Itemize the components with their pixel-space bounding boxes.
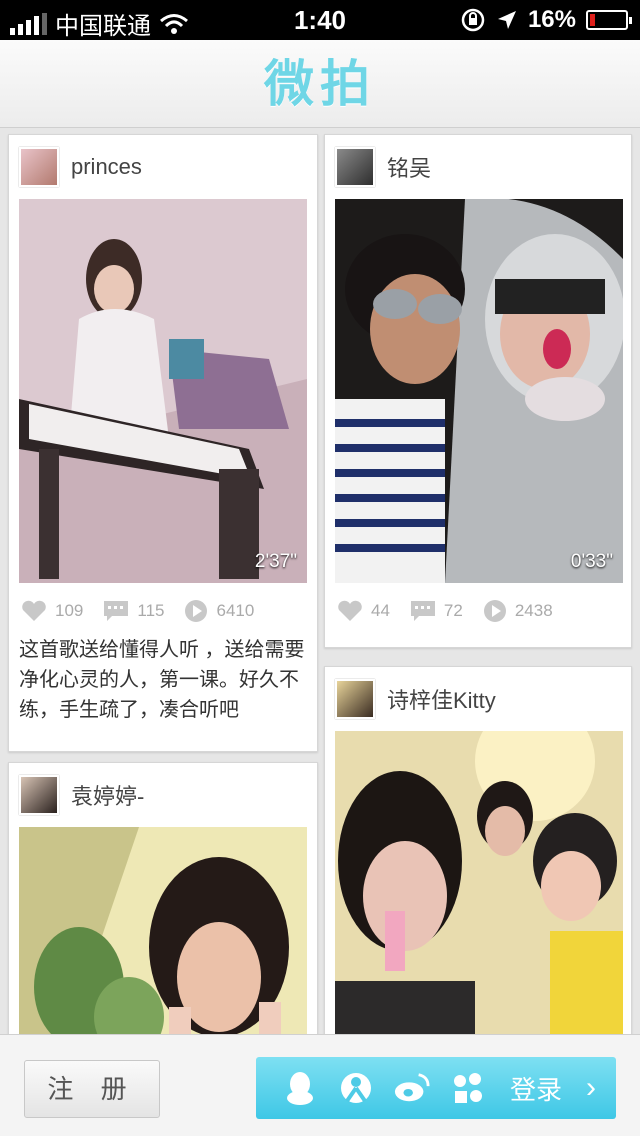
thumbnail-image xyxy=(19,827,307,1034)
card-stats: 44 72 2438 xyxy=(337,599,573,623)
video-card[interactable]: 袁婷婷- xyxy=(8,762,318,1034)
video-feed[interactable]: princes 2'37" 109 115 6410 这首歌送给懂得人听 ，送给… xyxy=(0,128,640,1034)
play-icon xyxy=(483,600,506,622)
app-title: 微拍 xyxy=(264,55,376,113)
location-icon xyxy=(497,11,516,29)
chevron-right-icon: › xyxy=(586,1071,597,1104)
thumbnail-image xyxy=(19,199,307,583)
register-button[interactable]: 注 册 xyxy=(24,1060,160,1118)
weibo-icon[interactable] xyxy=(394,1070,430,1106)
username[interactable]: 铭吴 xyxy=(387,151,431,183)
username[interactable]: princes xyxy=(71,154,142,180)
card-user[interactable]: 诗梓佳Kitty xyxy=(335,677,496,721)
app-header: 微拍 xyxy=(0,40,640,128)
people-icon[interactable] xyxy=(338,1070,374,1106)
avatar[interactable] xyxy=(335,147,375,187)
video-thumbnail[interactable] xyxy=(19,827,307,1034)
video-card[interactable]: 铭吴 0'33" 44 72 2438 xyxy=(324,134,632,648)
video-caption: 这首歌送给懂得人听 ，送给需要净化心灵的人，第一课。好久不练，手生疏了，凑合听吧 xyxy=(19,639,305,721)
video-duration: 2'37" xyxy=(254,551,297,572)
username[interactable]: 诗梓佳Kitty xyxy=(387,683,496,715)
video-card[interactable]: 诗梓佳Kitty xyxy=(324,666,632,1034)
username[interactable]: 袁婷婷- xyxy=(71,779,144,811)
play-icon xyxy=(185,600,208,622)
video-thumbnail[interactable]: 0'33" xyxy=(335,199,623,583)
battery-icon xyxy=(586,10,632,30)
login-label[interactable]: 登录 xyxy=(510,1070,562,1107)
login-button[interactable]: 登录 › xyxy=(256,1057,616,1119)
avatar[interactable] xyxy=(335,679,375,719)
play-count: 6410 xyxy=(184,599,254,623)
like-count[interactable]: 44 xyxy=(337,600,390,622)
video-duration: 0'33" xyxy=(570,551,613,572)
video-card[interactable]: princes 2'37" 109 115 6410 这首歌送给懂得人听 ，送给… xyxy=(8,134,318,752)
like-count[interactable]: 109 xyxy=(21,600,83,622)
heart-icon xyxy=(338,600,362,621)
video-thumbnail[interactable]: 2'37" xyxy=(19,199,307,583)
qq-icon[interactable] xyxy=(282,1070,318,1106)
play-count: 2438 xyxy=(483,599,553,623)
status-bar: 中国联通 1:40 16% xyxy=(0,0,640,40)
comment-count[interactable]: 115 xyxy=(103,600,164,622)
comment-count[interactable]: 72 xyxy=(410,600,463,622)
card-user[interactable]: 铭吴 xyxy=(335,145,431,189)
comment-icon xyxy=(410,601,435,621)
comment-icon xyxy=(104,601,129,621)
renren-icon[interactable] xyxy=(450,1070,486,1106)
card-user[interactable]: 袁婷婷- xyxy=(19,773,144,817)
avatar[interactable] xyxy=(19,775,59,815)
heart-icon xyxy=(22,600,46,621)
card-stats: 109 115 6410 xyxy=(21,599,274,623)
card-user[interactable]: princes xyxy=(19,145,142,189)
thumbnail-image xyxy=(335,731,623,1034)
video-thumbnail[interactable] xyxy=(335,731,623,1034)
bottom-bar: 注 册 登录 › xyxy=(0,1034,640,1136)
thumbnail-image xyxy=(335,199,623,583)
rotation-lock-icon xyxy=(461,8,485,32)
battery-percent: 16% xyxy=(527,6,576,33)
avatar[interactable] xyxy=(19,147,59,187)
